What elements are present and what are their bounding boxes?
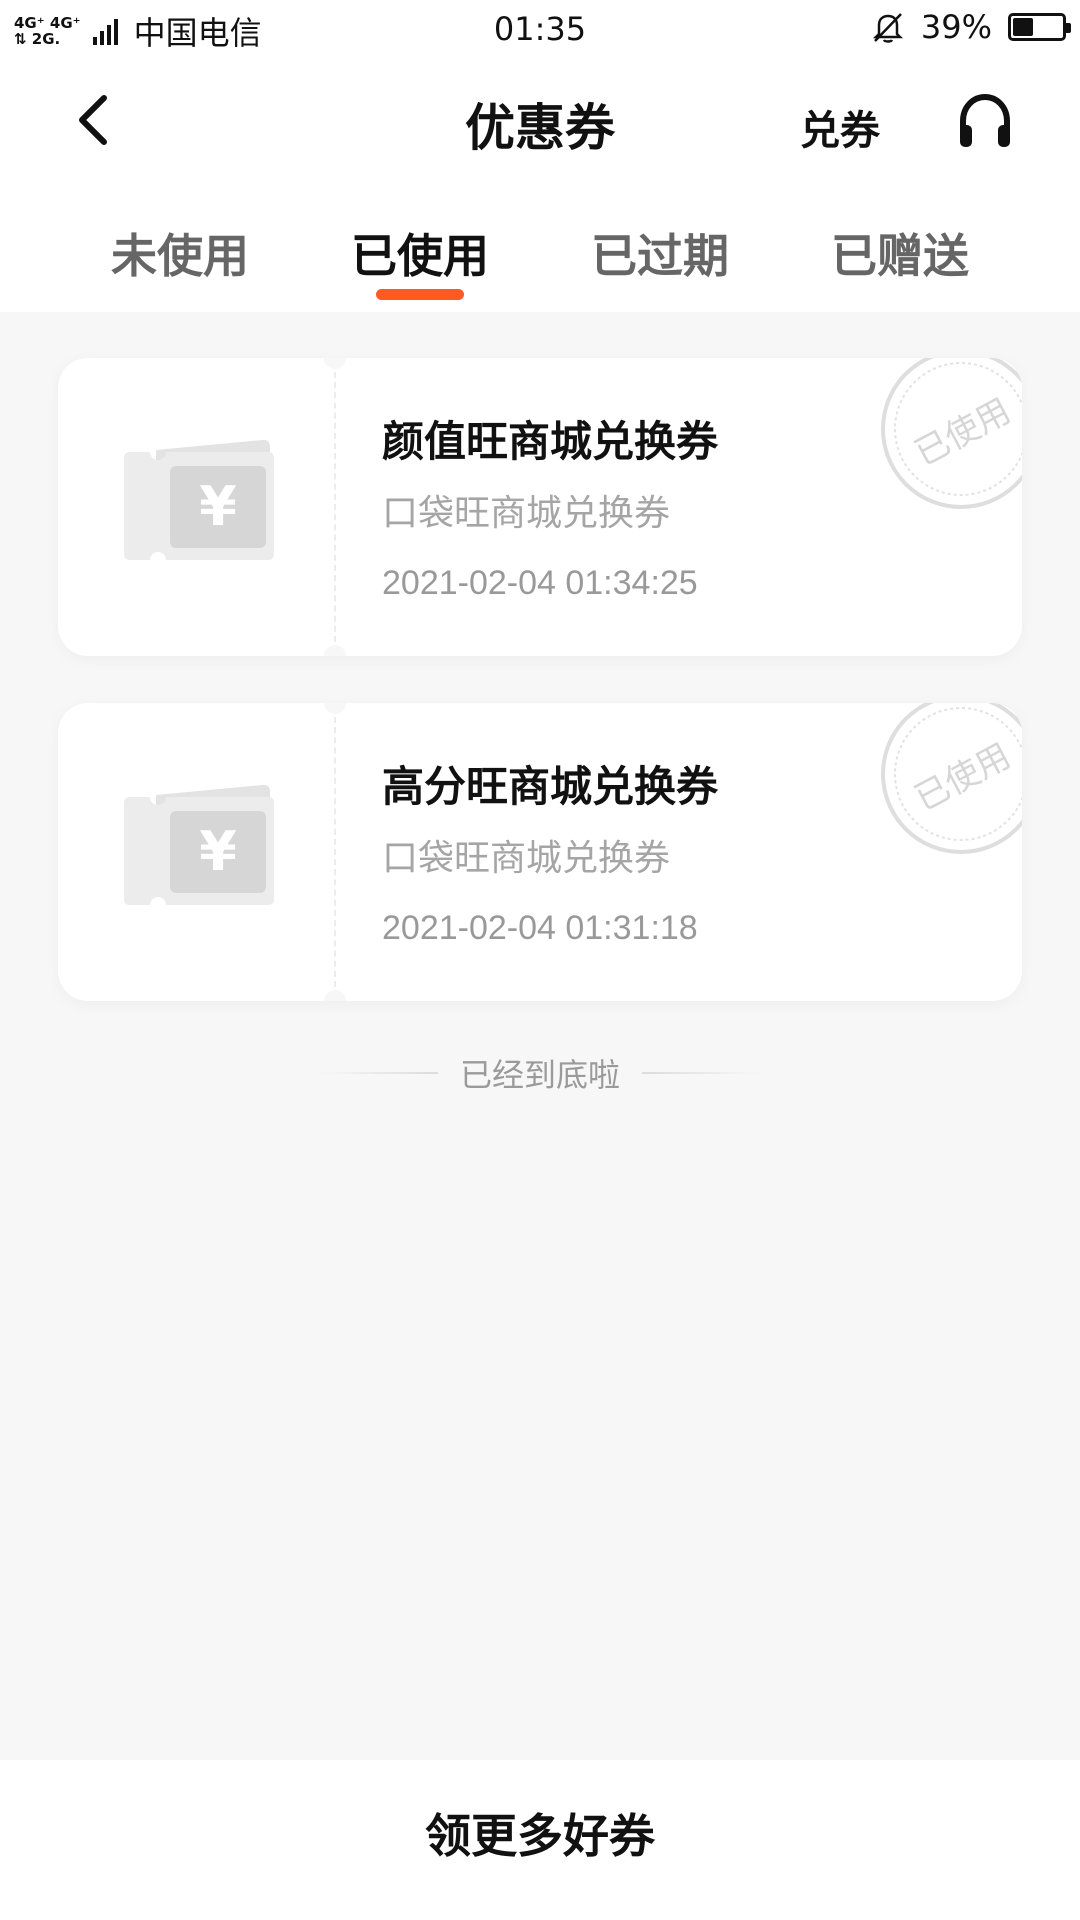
coupon-subtitle: 口袋旺商城兑换券 (382, 493, 671, 534)
bottom-bar: 领更多好券 (0, 1760, 1080, 1920)
status-tabs: 未使用 已使用 已过期 已赠送 (0, 188, 1080, 312)
card-notch (324, 645, 346, 656)
used-stamp-label: 已使用 (908, 736, 1017, 819)
card-notch (324, 990, 346, 1001)
back-button[interactable] (64, 90, 124, 150)
card-divider (334, 372, 336, 642)
coupon-ticket-icon: ¥ (124, 784, 274, 905)
coupon-subtitle: 口袋旺商城兑换券 (382, 838, 671, 879)
used-stamp-label: 已使用 (908, 391, 1017, 474)
tab-unused[interactable]: 未使用 (60, 188, 300, 312)
tab-label: 已赠送 (831, 229, 969, 283)
tab-label: 已过期 (591, 229, 729, 283)
list-end-indicator: 已经到底啦 (0, 1050, 1080, 1096)
chevron-left-icon (79, 95, 107, 145)
used-stamp: 已使用 (881, 358, 1022, 509)
customer-service-button[interactable] (950, 86, 1020, 156)
battery-level (1013, 18, 1034, 36)
coupon-ticket-icon: ¥ (124, 439, 274, 560)
coupon-card[interactable]: ¥ 高分旺商城兑换券 口袋旺商城兑换券 2021-02-04 01:31:18 … (58, 703, 1022, 1001)
coupon-used-time: 2021-02-04 01:31:18 (382, 909, 698, 947)
coupon-card[interactable]: ¥ 颜值旺商城兑换券 口袋旺商城兑换券 2021-02-04 01:34:25 … (58, 358, 1022, 656)
tab-label: 已使用 (351, 229, 489, 283)
svg-text:¥: ¥ (199, 820, 237, 883)
redeem-coupon-button[interactable]: 兑券 (800, 98, 880, 156)
status-right: 39% (871, 8, 1071, 46)
page-title: 优惠券 (465, 99, 615, 157)
battery-icon (1008, 13, 1071, 41)
tab-expired[interactable]: 已过期 (540, 188, 780, 312)
coupon-used-time: 2021-02-04 01:34:25 (382, 564, 698, 602)
active-tab-indicator (376, 289, 464, 300)
tab-label: 未使用 (111, 229, 249, 283)
card-notch (324, 703, 346, 714)
card-divider (334, 717, 336, 987)
list-end-text: 已经到底啦 (459, 1056, 620, 1094)
tab-gifted[interactable]: 已赠送 (780, 188, 1020, 312)
svg-text:¥: ¥ (199, 475, 237, 538)
end-line-right (642, 1072, 762, 1074)
coupon-title: 颜值旺商城兑换券 (382, 417, 719, 466)
coupon-title: 高分旺商城兑换券 (382, 762, 719, 811)
get-more-coupons-button[interactable]: 领更多好券 (425, 1800, 655, 1866)
bell-muted-icon (872, 13, 903, 43)
card-notch (324, 358, 346, 369)
used-stamp: 已使用 (881, 703, 1022, 854)
tab-used[interactable]: 已使用 (300, 188, 540, 312)
end-line-left (317, 1072, 438, 1074)
battery-percent: 39% (920, 8, 992, 46)
status-bar: 4G⁺ 4G⁺ ⇅ 2G. 中国电信 01:35 39% (0, 0, 1080, 58)
headset-icon (960, 93, 1010, 147)
nav-header: 优惠券 兑券 (0, 58, 1080, 188)
